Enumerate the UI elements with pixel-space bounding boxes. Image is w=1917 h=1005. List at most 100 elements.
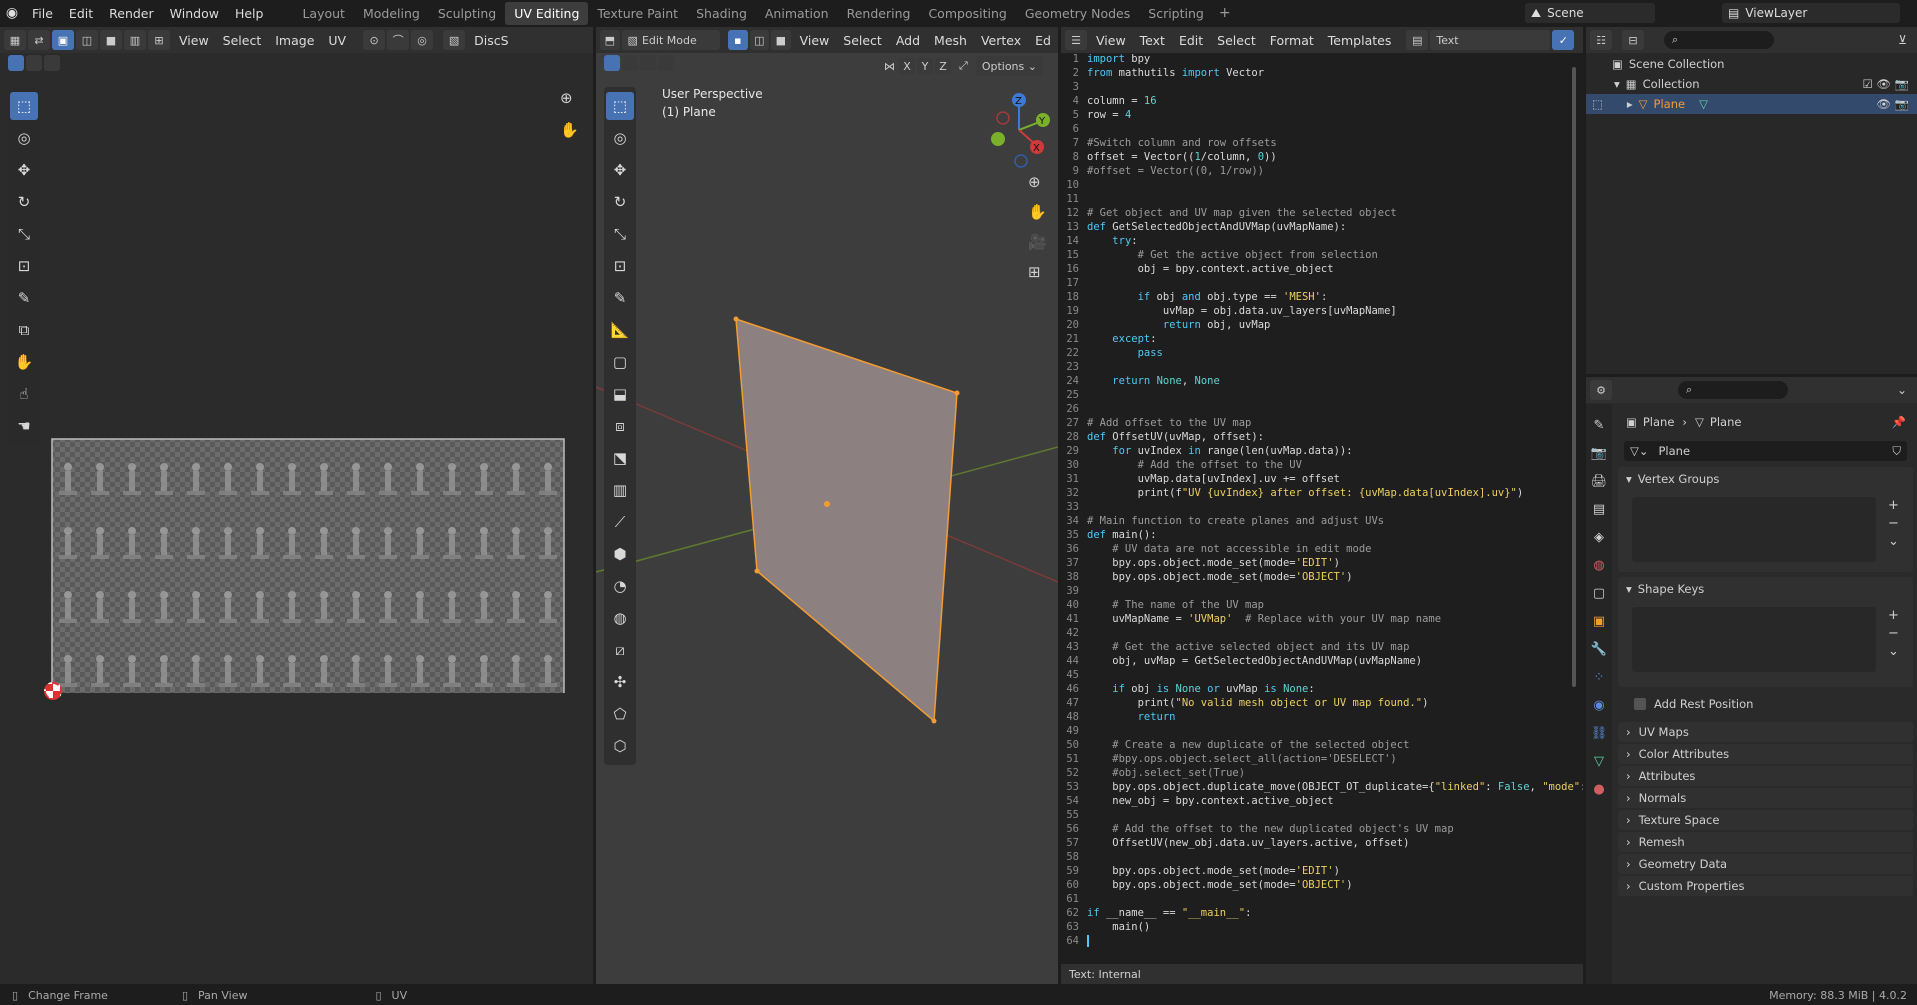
tab-geometry-nodes[interactable]: Geometry Nodes [1016, 2, 1139, 25]
inset-icon[interactable]: ⧈ [606, 412, 634, 440]
tab-compositing[interactable]: Compositing [919, 2, 1015, 25]
code-line[interactable]: 45 [1063, 668, 1563, 682]
scale-icon[interactable]: ⤡ [606, 220, 634, 248]
tab-sculpting[interactable]: Sculpting [429, 2, 505, 25]
outliner-search-input[interactable]: ⌕ [1664, 31, 1774, 49]
code-line[interactable]: 19 uvMap = obj.data.uv_layers[uvMapName] [1063, 304, 1563, 318]
scene-collection-row[interactable]: ▣ Scene Collection [1586, 54, 1917, 74]
output-tab-icon[interactable]: 🖨 [1591, 468, 1608, 496]
pan-hand-icon[interactable]: ✋ [1028, 203, 1047, 221]
code-line[interactable]: 57 OffsetUV(new_obj.data.uv_layers.activ… [1063, 836, 1563, 850]
transform-icon[interactable]: ⊡ [606, 252, 634, 280]
filter-icon[interactable]: ⊻ [1898, 33, 1907, 47]
render-tab-icon[interactable]: 📷 [1591, 440, 1607, 468]
code-line[interactable]: 50 # Create a new duplicate of the selec… [1063, 738, 1563, 752]
annotate-icon[interactable]: ✎ [10, 284, 38, 312]
select-extend-icon[interactable] [26, 55, 42, 71]
bevel-icon[interactable]: ⬔ [606, 444, 634, 472]
code-line[interactable]: 47 print("No valid mesh object or UV map… [1063, 696, 1563, 710]
tab-layout[interactable]: Layout [293, 2, 354, 25]
edge-slide-icon[interactable]: ⧄ [606, 636, 634, 664]
code-line[interactable]: 14 try: [1063, 234, 1563, 248]
code-line[interactable]: 18 if obj and obj.type == 'MESH': [1063, 290, 1563, 304]
shear-icon[interactable]: ⬠ [606, 700, 634, 728]
chevron-right-icon[interactable]: ▸ [1627, 97, 1633, 111]
code-line[interactable]: 4 column = 16 [1063, 94, 1563, 108]
vertex-groups-header[interactable]: ▾ Vertex Groups [1618, 467, 1913, 491]
te-menu-templates[interactable]: Templates [1321, 33, 1399, 48]
te-menu-text[interactable]: Text [1133, 33, 1172, 48]
code-line[interactable]: 40 # The name of the UV map [1063, 598, 1563, 612]
panel-attributes[interactable]: › Attributes [1618, 766, 1913, 786]
mesh-name-field[interactable]: ▽⌄ Plane ⛉ [1624, 441, 1907, 461]
rotate-icon[interactable]: ↻ [606, 188, 634, 216]
code-line[interactable]: 64 [1063, 934, 1563, 948]
code-line[interactable]: 55 [1063, 808, 1563, 822]
text-name-field[interactable]: Text [1430, 30, 1551, 50]
code-line[interactable]: 20 return obj, uvMap [1063, 318, 1563, 332]
annotate-icon[interactable]: ✎ [606, 284, 634, 312]
code-line[interactable]: 54 new_obj = bpy.context.active_object [1063, 794, 1563, 808]
move-icon[interactable]: ✥ [606, 156, 634, 184]
te-menu-select[interactable]: Select [1210, 33, 1263, 48]
te-menu-format[interactable]: Format [1263, 33, 1321, 48]
menu-file[interactable]: File [24, 6, 61, 21]
chevron-down-icon[interactable]: ⌄ [1897, 383, 1907, 397]
editor-type-icon[interactable]: ☷ [1590, 30, 1612, 50]
add-rest-checkbox[interactable] [1634, 698, 1646, 710]
code-line[interactable]: 38 bpy.ops.object.mode_set(mode='OBJECT'… [1063, 570, 1563, 584]
code-line[interactable]: 11 [1063, 192, 1563, 206]
code-line[interactable]: 34 # Main function to create planes and a… [1063, 514, 1563, 528]
code-line[interactable]: 22 pass [1063, 346, 1563, 360]
material-tab-icon[interactable]: ● [1593, 776, 1604, 804]
tool-tab-icon[interactable]: ✎ [1594, 412, 1605, 440]
te-menu-view[interactable]: View [1089, 33, 1133, 48]
plane-row[interactable]: ⬚ ▸ ▽ Plane ▽ 👁 📷 [1586, 94, 1917, 114]
add-rest-position-row[interactable]: Add Rest Position [1634, 697, 1753, 711]
zoom-icon[interactable]: ⊕ [560, 89, 573, 107]
code-line[interactable]: 35 def main(): [1063, 528, 1563, 542]
panel-geometry-data[interactable]: › Geometry Data [1618, 854, 1913, 874]
measure-icon[interactable]: 📐 [606, 316, 634, 344]
sticky-select-icon[interactable]: ⊞ [148, 30, 170, 50]
editor-type-icon[interactable]: ▦ [4, 30, 26, 50]
code-line[interactable]: 58 [1063, 850, 1563, 864]
code-line[interactable]: 30 # Add the offset to the UV [1063, 458, 1563, 472]
code-line[interactable]: 15 # Get the active object from selectio… [1063, 248, 1563, 262]
code-line[interactable]: 31 uvMap.data[uvIndex].uv += offset [1063, 472, 1563, 486]
code-line[interactable]: 16 obj = bpy.context.active_object [1063, 262, 1563, 276]
code-line[interactable]: 51 #bpy.ops.object.select_all(action='DE… [1063, 752, 1563, 766]
image-name[interactable]: DiscS [467, 33, 515, 48]
uv-menu-select[interactable]: Select [216, 33, 269, 48]
code-line[interactable]: 33 [1063, 500, 1563, 514]
grab-icon[interactable]: ✋ [10, 348, 38, 376]
3d-viewport[interactable]: ⬒ ▧ Edit Mode ▪ ◫ ■ View Select Add Mesh… [596, 27, 1058, 984]
island-select-icon[interactable]: ▥ [124, 30, 146, 50]
cursor-icon[interactable]: ◎ [606, 124, 634, 152]
tab-uv-editing[interactable]: UV Editing [505, 1, 589, 25]
code-line[interactable]: 21 except: [1063, 332, 1563, 346]
add-cube-icon[interactable]: ▢ [606, 348, 634, 376]
panel-remesh[interactable]: › Remesh [1618, 832, 1913, 852]
code-line[interactable]: 44 obj, uvMap = GetSelectedObjectAndUVMa… [1063, 654, 1563, 668]
pivot-icon[interactable]: ⊙ [363, 30, 386, 50]
code-line[interactable]: 13 def GetSelectedObjectAndUVMap(uvMapNam… [1063, 220, 1563, 234]
uv-image-canvas[interactable] [50, 407, 566, 693]
pan-hand-icon[interactable]: ✋ [560, 121, 579, 139]
rip-icon[interactable]: ⧉ [10, 316, 38, 344]
code-line[interactable]: 25 [1063, 388, 1563, 402]
world-tab-icon[interactable]: ◍ [1593, 552, 1604, 580]
tab-modeling[interactable]: Modeling [354, 2, 429, 25]
panel-custom-properties[interactable]: › Custom Properties [1618, 876, 1913, 896]
code-line[interactable]: 23 [1063, 360, 1563, 374]
tab-animation[interactable]: Animation [756, 2, 838, 25]
extrude-icon[interactable]: ⬓ [606, 380, 634, 408]
panel-texture-space[interactable]: › Texture Space [1618, 810, 1913, 830]
code-line[interactable]: 17 [1063, 276, 1563, 290]
code-line[interactable]: 29 for uvIndex in range(len(uvMap.data))… [1063, 444, 1563, 458]
chevron-down-icon[interactable]: ▾ [1614, 77, 1620, 91]
code-line[interactable]: 59 bpy.ops.object.mode_set(mode='EDIT') [1063, 864, 1563, 878]
plane-visibility-icons[interactable]: 👁 📷 [1876, 97, 1909, 111]
menu-help[interactable]: Help [227, 6, 272, 21]
menu-window[interactable]: Window [162, 6, 227, 21]
